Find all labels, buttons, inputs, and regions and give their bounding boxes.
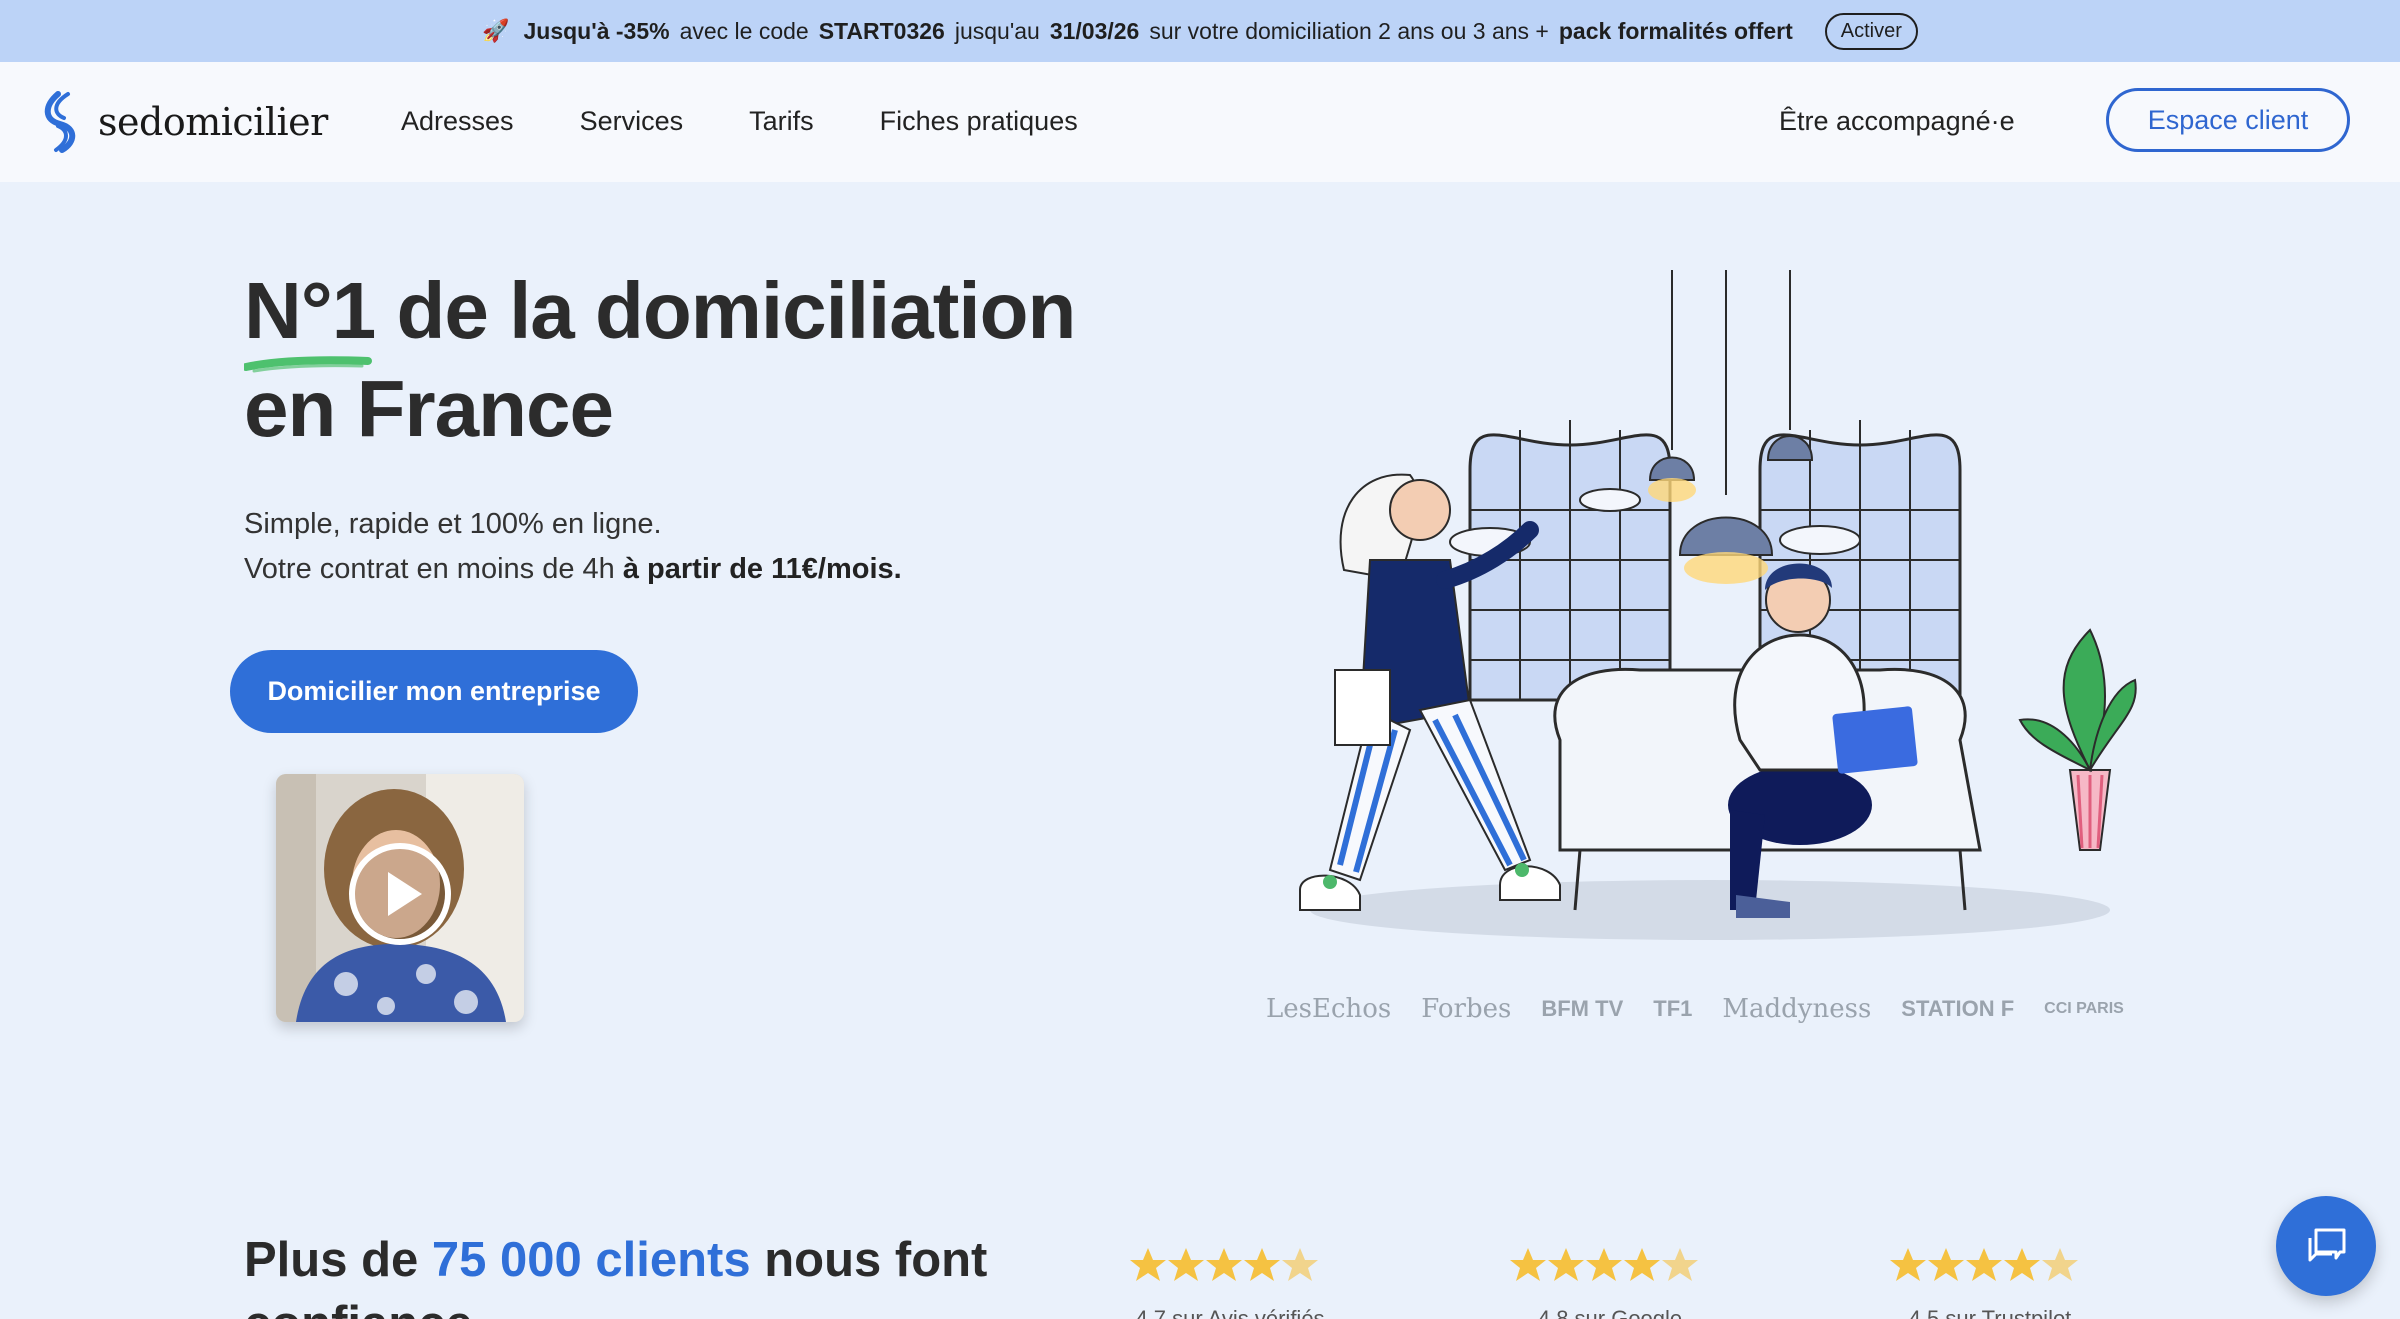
- menu-item-adresses[interactable]: Adresses: [401, 106, 514, 137]
- rocket-icon: 🚀: [482, 18, 510, 43]
- press-logo-maddyness: Maddyness: [1722, 994, 1872, 1024]
- menu-item-fiches-pratiques[interactable]: Fiches pratiques: [880, 106, 1078, 137]
- logo[interactable]: sedomicilier: [38, 90, 328, 154]
- promo-text-1: avec le code: [679, 17, 809, 44]
- hero-subtitle: Simple, rapide et 100% en ligne. Votre c…: [244, 502, 902, 592]
- highlight-underline: [244, 356, 372, 373]
- video-preview-image: [276, 774, 524, 1022]
- press-logo-forbes: Forbes: [1421, 994, 1512, 1024]
- subtitle-price: à partir de 11€/mois.: [622, 553, 902, 585]
- activate-button[interactable]: Activer: [1824, 12, 1918, 50]
- logo-text: sedomicilier: [98, 100, 328, 144]
- promo-date: 31/03/26: [1049, 17, 1140, 44]
- star-rating-icons: [1890, 1246, 2090, 1286]
- promo-banner: 🚀 Jusqu'à -35% avec le code START0326 ju…: [0, 0, 2400, 62]
- client-space-button[interactable]: Espace client: [2106, 88, 2350, 152]
- trust-client-count: 75 000 clients: [431, 1233, 751, 1287]
- menu-item-tarifs[interactable]: Tarifs: [749, 106, 814, 137]
- trust-prefix: Plus de: [244, 1233, 432, 1287]
- rating-avis-verifies[interactable]: 4,7 sur Avis vérifiés: [1130, 1246, 1330, 1319]
- promo-text-2: jusqu'au: [954, 17, 1040, 44]
- press-logos: LesEchos Forbes BFM TV TF1 Maddyness STA…: [1266, 994, 2124, 1024]
- domicile-company-button[interactable]: Domicilier mon entreprise: [230, 650, 638, 733]
- subtitle-text: Votre contrat en moins de 4h: [244, 553, 623, 585]
- press-logo-stationf: STATION F: [1901, 996, 2015, 1021]
- press-logo-bfmtv: BFM TV: [1541, 996, 1624, 1021]
- trust-suffix: nous font: [750, 1233, 988, 1287]
- hero-illustration: [1299, 270, 2137, 940]
- chat-button[interactable]: [2276, 1196, 2376, 1296]
- top-navbar: sedomicilier Adresses Services Tarifs Fi…: [0, 62, 2400, 182]
- video-thumbnail[interactable]: [276, 774, 524, 1022]
- trust-heading: Plus de 75 000 clients nous font: [244, 1232, 987, 1288]
- main-menu: Adresses Services Tarifs Fiches pratique…: [401, 106, 1078, 137]
- subtitle-line-2: Votre contrat en moins de 4h à partir de…: [244, 547, 902, 592]
- rating-avis-verifies-text: 4,7 sur Avis vérifiés: [1135, 1306, 1325, 1319]
- menu-item-services[interactable]: Services: [580, 106, 684, 137]
- logo-icon: [44, 91, 76, 153]
- star-rating-icons: [1130, 1246, 1330, 1286]
- rating-trustpilot-text: 4,5 sur Trustpilot: [1908, 1306, 2072, 1319]
- promo-discount: Jusqu'à -35%: [523, 17, 670, 44]
- press-logo-cciparis: CCI PARIS: [2044, 1000, 2124, 1017]
- promo-pack: pack formalités offert: [1558, 17, 1793, 44]
- press-logo-tf1: TF1: [1653, 996, 1693, 1021]
- trust-heading-line-2: confiance: [244, 1296, 473, 1319]
- chat-icon: [2308, 1228, 2346, 1262]
- rating-google[interactable]: 4,8 sur Google: [1510, 1246, 1710, 1319]
- promo-text-3: sur votre domiciliation 2 ans ou 3 ans +: [1149, 17, 1549, 44]
- rating-trustpilot[interactable]: 4,5 sur Trustpilot: [1890, 1246, 2090, 1319]
- subtitle-line-1: Simple, rapide et 100% en ligne.: [244, 508, 662, 540]
- press-logo-lesechos: LesEchos: [1266, 994, 1392, 1024]
- accompany-link[interactable]: Être accompagné·e: [1779, 106, 2015, 137]
- promo-code: START0326: [818, 17, 945, 44]
- rating-google-text: 4,8 sur Google: [1537, 1306, 1683, 1319]
- hero-title-line-1: N°1 de la domiciliation: [244, 266, 1076, 355]
- star-rating-icons: [1510, 1246, 1710, 1286]
